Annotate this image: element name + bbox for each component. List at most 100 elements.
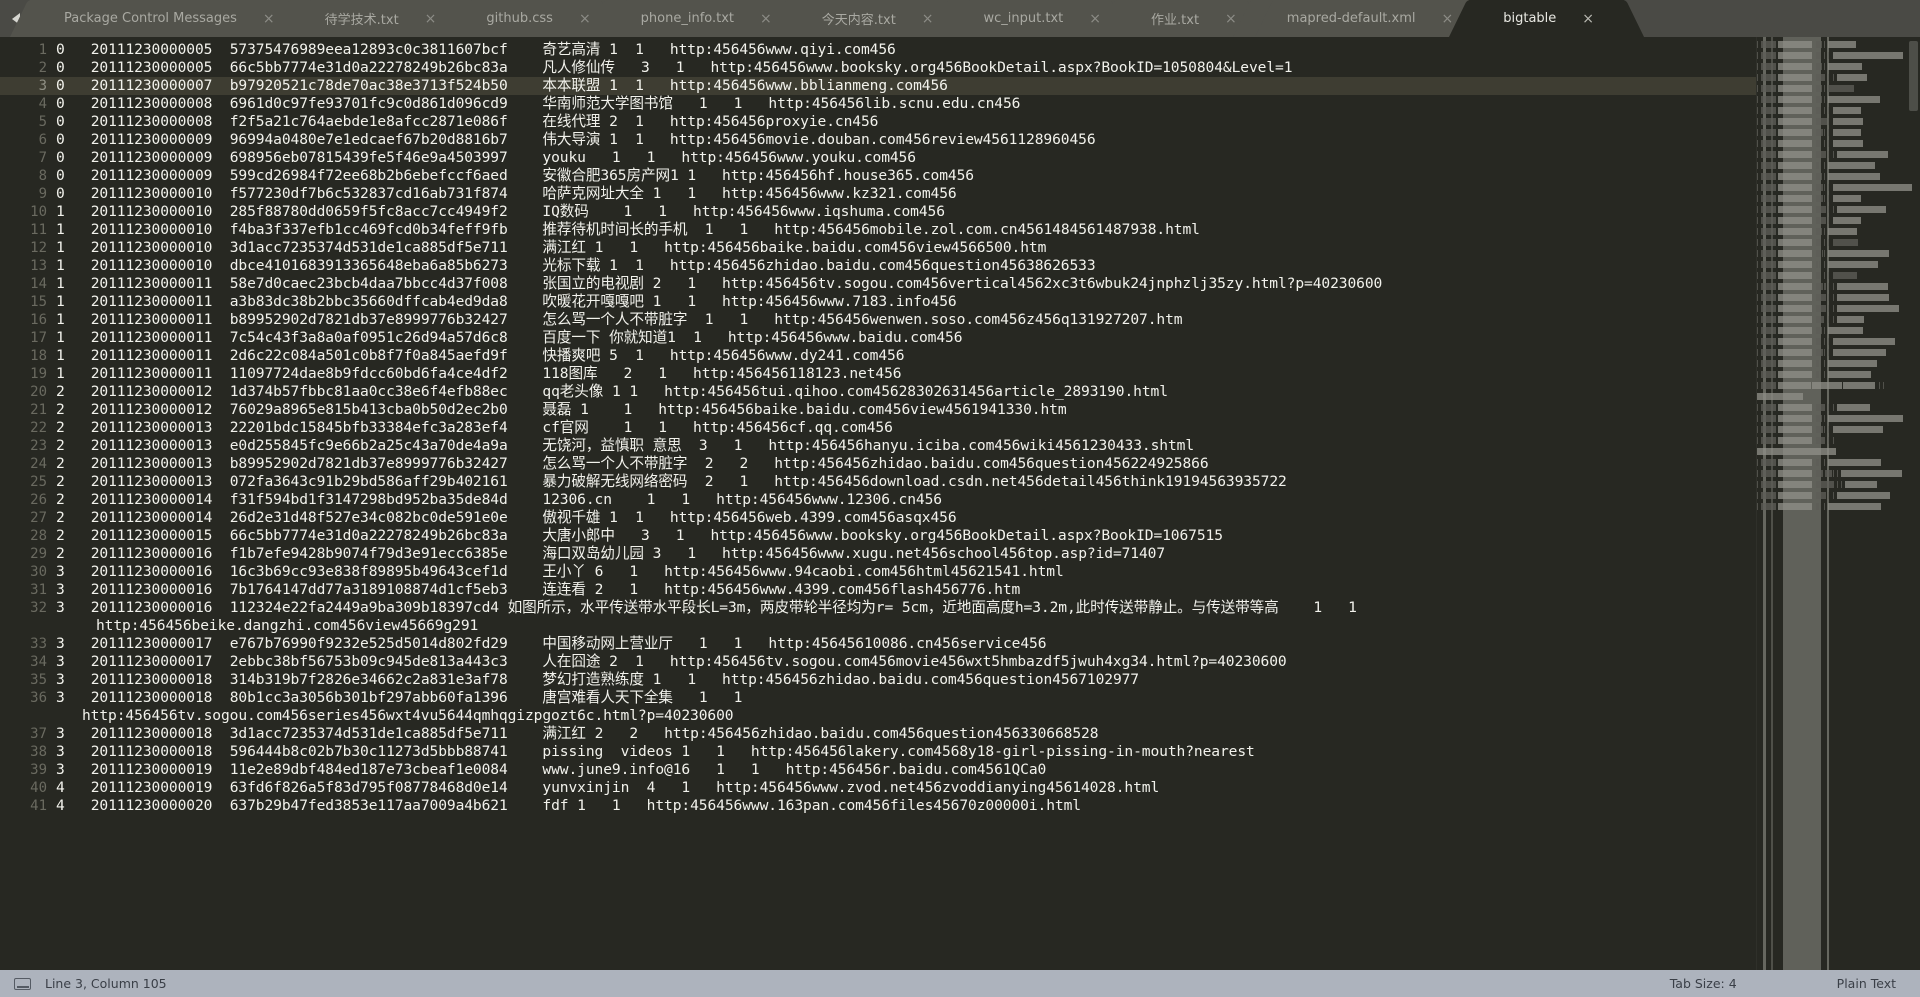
code-line[interactable]: 3 20111230000016 112324e22fa2449a9ba309b…: [56, 599, 1756, 617]
minimap-row: [1757, 314, 1906, 325]
minimap-segment: [1832, 294, 1834, 301]
tab-active[interactable]: bigtable ×: [1469, 0, 1625, 37]
close-icon[interactable]: ×: [1442, 12, 1454, 26]
code-line[interactable]: 2 20111230000014 f31f594bd1f3147298bd952…: [56, 491, 1756, 509]
code-line[interactable]: 0 20111230000005 57375476989eea12893c0c3…: [56, 41, 1756, 59]
code-line[interactable]: 1 20111230000010 dbce4101683913365648eba…: [56, 257, 1756, 275]
code-line[interactable]: 3 20111230000017 e767b76990f9232e525d501…: [56, 635, 1756, 653]
code-line-wrapped[interactable]: http:456456beike.dangzhi.com456view45669…: [56, 617, 1756, 635]
tab-item[interactable]: mapred-default.xml ×: [1252, 0, 1484, 37]
minimap-segment: [1832, 151, 1834, 158]
line-number: 38: [30, 744, 47, 760]
code-line[interactable]: 2 20111230000012 1d374b57fbbc81aa0cc38e6…: [56, 383, 1756, 401]
code-line[interactable]: 2 20111230000014 26d2e31d48f527e34c082bc…: [56, 509, 1756, 527]
minimap-row: [1757, 303, 1906, 314]
close-icon[interactable]: ×: [922, 12, 934, 26]
close-icon[interactable]: ×: [1225, 12, 1237, 26]
code-line[interactable]: 2 20111230000013 b89952902d7821db37e8999…: [56, 455, 1756, 473]
line-number: 32: [30, 600, 47, 616]
code-line[interactable]: 0 20111230000008 6961d0c97fe93701fc9c0d8…: [56, 95, 1756, 113]
line-number: 29: [30, 546, 47, 562]
line-number: 19: [30, 366, 47, 382]
minimap-segment: [1815, 371, 1819, 378]
code-line[interactable]: 2 20111230000013 e0d255845fc9e66b2a25c43…: [56, 437, 1756, 455]
code-line[interactable]: 1 20111230000010 285f88780dd0659f5fc8acc…: [56, 203, 1756, 221]
code-line[interactable]: 2 20111230000016 f1b7efe9428b9074f79d3e9…: [56, 545, 1756, 563]
minimap[interactable]: [1756, 37, 1920, 970]
minimap-segment: [1761, 283, 1776, 290]
close-icon[interactable]: ×: [1582, 12, 1594, 26]
code-line[interactable]: 1 20111230000010 f4ba3f337efb1cc469fcd0b…: [56, 221, 1756, 239]
close-icon[interactable]: ×: [263, 12, 275, 26]
code-line[interactable]: 3 20111230000019 11e2e89dbf484ed187e73cb…: [56, 761, 1756, 779]
code-line[interactable]: 1 20111230000011 7c54c43f3a8a0af0951c26d…: [56, 329, 1756, 347]
minimap-segment: [1778, 107, 1812, 114]
syntax-label[interactable]: Plain Text: [1837, 976, 1896, 991]
code-line[interactable]: 0 20111230000007 b97920521c78de70ac38e37…: [56, 77, 1756, 95]
minimap-segment: [1845, 481, 1877, 488]
code-line[interactable]: 4 20111230000019 63fd6f826a5f83d795f0877…: [56, 779, 1756, 797]
tab-size-label[interactable]: Tab Size: 4: [1670, 976, 1737, 991]
code-line[interactable]: 0 20111230000009 96994a0480e7e1edcaef67b…: [56, 131, 1756, 149]
minimap-segment: [1824, 349, 1826, 356]
minimap-segment: [1828, 162, 1875, 169]
minimap-segment: [1821, 63, 1823, 70]
minimap-segment: [1821, 327, 1823, 334]
code-line[interactable]: 1 20111230000011 a3b83dc38b2bbc35660dffc…: [56, 293, 1756, 311]
minimap-segment: [1778, 349, 1812, 356]
line-number: 2: [38, 60, 47, 76]
code-line[interactable]: 3 20111230000018 80b1cc3a3056b301bf297ab…: [56, 689, 1756, 707]
code-line[interactable]: 1 20111230000010 3d1acc7235374d531de1ca8…: [56, 239, 1756, 257]
minimap-row: [1757, 391, 1906, 402]
line-number: 3: [0, 77, 56, 95]
code-content[interactable]: 0 20111230000005 57375476989eea12893c0c3…: [56, 37, 1756, 970]
code-line[interactable]: 3 20111230000016 16c3b69cc93e838f89895b4…: [56, 563, 1756, 581]
sidebar-toggle-icon[interactable]: [14, 977, 31, 990]
minimap-segment: [1815, 316, 1825, 323]
code-line[interactable]: 0 20111230000010 f577230df7b6c532837cd16…: [56, 185, 1756, 203]
code-line[interactable]: 0 20111230000008 f2f5a21c764aebde1e8afcc…: [56, 113, 1756, 131]
minimap-segment: [1828, 492, 1830, 499]
minimap-segment: [1815, 294, 1827, 301]
minimap-segment: [1761, 195, 1776, 202]
code-line-wrapped[interactable]: http:456456tv.sogou.com456series456wxt4v…: [56, 707, 1756, 725]
minimap-segment: [1828, 371, 1872, 378]
close-icon[interactable]: ×: [1089, 12, 1101, 26]
code-line[interactable]: 0 20111230000009 599cd26984f72ee68b2b6eb…: [56, 167, 1756, 185]
minimap-row: [1757, 270, 1906, 281]
minimap-segment: [1815, 305, 1827, 312]
minimap-segment: [1836, 294, 1890, 301]
close-icon[interactable]: ×: [579, 12, 591, 26]
code-line[interactable]: 1 20111230000011 11097724dae8b9fdcc60bd6…: [56, 365, 1756, 383]
close-icon[interactable]: ×: [425, 12, 437, 26]
code-line[interactable]: 3 20111230000017 2ebbc38bf56753b09c945de…: [56, 653, 1756, 671]
line-number: 33: [30, 636, 47, 652]
tab-item[interactable]: Package Control Messages ×: [30, 0, 305, 37]
code-line[interactable]: 2 20111230000012 76029a8965e815b413cba0b…: [56, 401, 1756, 419]
code-line[interactable]: 0 20111230000009 698956eb07815439fe5f46e…: [56, 149, 1756, 167]
cursor-position-label[interactable]: Line 3, Column 105: [45, 976, 167, 991]
code-line[interactable]: 1 20111230000011 2d6c22c084a501c0b8f7f0a…: [56, 347, 1756, 365]
minimap-segment: [1761, 360, 1776, 367]
code-line[interactable]: 3 20111230000018 596444b8c02b7b30c11273d…: [56, 743, 1756, 761]
code-line[interactable]: 3 20111230000016 7b1764147dd77a318910887…: [56, 581, 1756, 599]
code-line[interactable]: 3 20111230000018 3d1acc7235374d531de1ca8…: [56, 725, 1756, 743]
code-line[interactable]: 3 20111230000018 314b319b7f2826e34662c2a…: [56, 671, 1756, 689]
minimap-segment: [1778, 503, 1812, 510]
code-line[interactable]: 2 20111230000013 22201bdc15845bfb33384ef…: [56, 419, 1756, 437]
line-number: 16: [30, 312, 47, 328]
minimap-row: [1757, 105, 1906, 116]
minimap-segment: [1824, 63, 1826, 70]
code-line[interactable]: 1 20111230000011 58e7d0caec23bcb4daa7bbc…: [56, 275, 1756, 293]
minimap-viewport[interactable]: [1909, 41, 1918, 111]
minimap-segment: [1757, 360, 1759, 367]
code-line[interactable]: 2 20111230000013 072fa3643c91b29bd586aff…: [56, 473, 1756, 491]
minimap-segment: [1761, 459, 1776, 466]
close-icon[interactable]: ×: [760, 12, 772, 26]
code-line[interactable]: 1 20111230000011 b89952902d7821db37e8999…: [56, 311, 1756, 329]
code-line[interactable]: 2 20111230000015 66c5bb7774e31d0a2227824…: [56, 527, 1756, 545]
code-line[interactable]: 0 20111230000005 66c5bb7774e31d0a2227824…: [56, 59, 1756, 77]
code-line[interactable]: 4 20111230000020 637b29b47fed3853e117aa7…: [56, 797, 1756, 815]
minimap-segment: [1757, 63, 1759, 70]
minimap-row: [1757, 424, 1906, 435]
